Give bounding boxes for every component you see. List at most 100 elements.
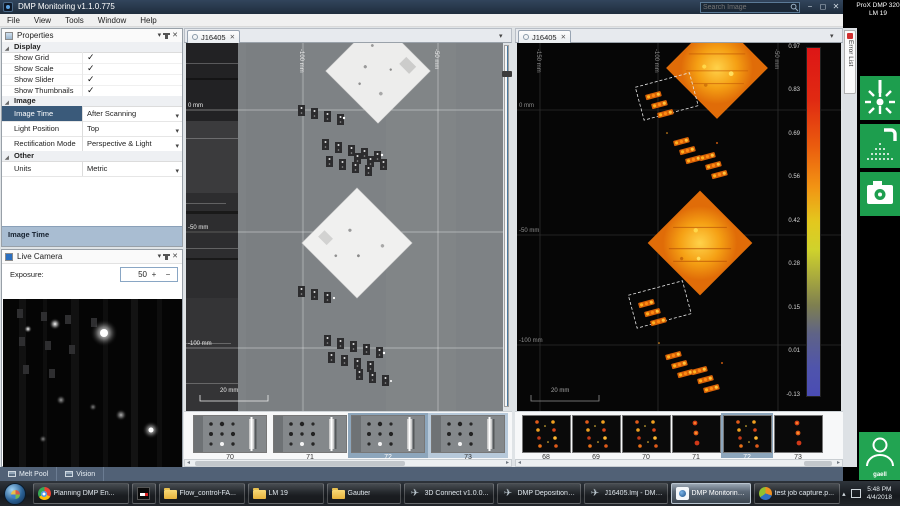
right-tab[interactable]: J16405 ✕ — [518, 30, 572, 43]
center-tab[interactable]: J16405 ✕ — [187, 30, 241, 43]
system-tray: ▴ 5:48 PM 4/4/2018 — [842, 486, 900, 502]
thumbnail-72-selected[interactable]: 72 — [348, 413, 428, 461]
right-tabstrip: J16405 ✕ ▾ — [515, 28, 843, 43]
taskbar-item-test-job[interactable]: test job capture.p... — [753, 483, 840, 504]
user-button[interactable]: gaell — [859, 432, 900, 480]
thumbnail-70[interactable]: 70 — [192, 413, 268, 461]
dropdown-light-position[interactable]: Top ▾ — [82, 121, 182, 136]
minimize-button[interactable]: − — [804, 1, 816, 12]
taskbar-clock[interactable]: 5:48 PM 4/4/2018 — [867, 486, 892, 502]
menu-file[interactable]: File — [0, 16, 27, 25]
scroll-left-icon[interactable]: ◂ — [187, 460, 190, 467]
app-icon — [3, 2, 13, 12]
scroll-right-icon[interactable]: ▸ — [506, 460, 509, 467]
close-button[interactable]: ✕ — [830, 1, 842, 12]
scroll-left-icon[interactable]: ◂ — [518, 460, 521, 467]
error-icon — [847, 33, 853, 39]
layer-slider-handle[interactable] — [501, 71, 512, 77]
taskbar-item-flow-control[interactable]: Flow_control-FA... — [158, 483, 245, 504]
restore-button[interactable]: ◻ — [817, 1, 829, 12]
properties-header: Properties ▾ ✕ — [2, 29, 182, 43]
error-list-tab[interactable]: Error List — [844, 30, 856, 94]
heatmap-image-view[interactable]: 0 mm -50 mm -100 mm -150 mm -100 mm -50 … — [517, 43, 841, 411]
app-3d-icon: ✈ — [410, 488, 420, 499]
tray-display-icon[interactable] — [850, 489, 861, 498]
thumbnail-71[interactable]: 71 — [671, 413, 721, 461]
menu-help[interactable]: Help — [133, 16, 163, 25]
exposure-increase-button[interactable]: + — [147, 270, 161, 279]
right-scroll-thumb[interactable] — [804, 461, 832, 466]
panel-menu-icon[interactable]: ▾ — [158, 252, 162, 261]
taskbar-item-j16405-lmj[interactable]: ✈ J16405.lmj - DMP ... — [583, 483, 668, 504]
strip-pin-icon[interactable]: ▾ — [499, 32, 503, 40]
exposure-decrease-button[interactable]: − — [161, 270, 175, 279]
panel-menu-icon[interactable]: ▾ — [158, 31, 162, 40]
center-thumbnail-strip: 70 71 72 73 — [184, 411, 512, 461]
dmp-monitoring-icon — [675, 487, 689, 500]
thumbnail-73[interactable]: 73 — [428, 413, 508, 461]
pin-icon[interactable] — [163, 32, 171, 39]
start-button[interactable] — [4, 482, 26, 505]
laser-button[interactable] — [860, 76, 900, 120]
dropdown-units[interactable]: Metric ▾ — [82, 161, 182, 176]
close-icon[interactable]: ✕ — [172, 31, 178, 40]
dock-tab-vision[interactable]: Vision — [57, 467, 105, 481]
menu-view[interactable]: View — [27, 16, 58, 25]
recoater-button[interactable] — [860, 124, 900, 168]
search-icon — [790, 3, 799, 11]
exposure-value[interactable]: 50 — [121, 270, 147, 279]
thumbnail-68[interactable]: 68 — [521, 413, 571, 461]
tab-close-icon[interactable]: ✕ — [230, 33, 235, 41]
row-light-position: Light Position Top ▾ — [2, 121, 182, 137]
thumbnail-73[interactable]: 73 — [773, 413, 823, 461]
checkbox-show-slider[interactable]: ✓ — [87, 74, 95, 85]
svg-text:-100 mm: -100 mm — [298, 49, 304, 73]
machine-sidebar: Error List ProX DMP 320 LM 19 gaell — [843, 0, 900, 481]
dropdown-image-time[interactable]: After Scanning ▾ — [82, 106, 182, 121]
camera-icon — [867, 181, 893, 204]
dropdown-rectification-mode[interactable]: Perspective & Light ▾ — [82, 136, 182, 151]
taskbar-item-dmp-logo[interactable] — [131, 483, 156, 504]
strip-pin-icon[interactable]: ▾ — [830, 32, 834, 40]
menu-window[interactable]: Window — [91, 16, 133, 25]
center-scroll-thumb[interactable] — [195, 461, 405, 466]
scan-image: 0 mm -50 mm -100 mm -100 mm -50 mm 20 mm — [186, 43, 503, 411]
checkbox-show-thumbnails[interactable]: ✓ — [87, 85, 95, 96]
app-3d-icon: ✈ — [590, 488, 600, 499]
folder-icon — [163, 488, 177, 499]
user-name: gaell — [873, 472, 887, 478]
thumbnail-71[interactable]: 71 — [272, 413, 348, 461]
taskbar-item-dmp-monitoring-active[interactable]: DMP Monitoring ... — [670, 483, 751, 504]
checkbox-show-scale[interactable]: ✓ — [87, 63, 95, 74]
taskbar-item-dmp-deposition[interactable]: ✈ DMP Deposition -... — [496, 483, 581, 504]
thumbnail-70[interactable]: 70 — [621, 413, 671, 461]
right-scrollbar[interactable]: ◂ ▸ — [515, 459, 843, 467]
search-box[interactable] — [700, 1, 800, 13]
camera-button[interactable] — [860, 172, 900, 216]
pin-icon[interactable] — [163, 253, 171, 260]
taskbar-item-gautier[interactable]: Gautier — [326, 483, 401, 504]
thumbnail-69[interactable]: 69 — [571, 413, 621, 461]
thumbnail-72-selected[interactable]: 72 — [721, 413, 773, 461]
taskbar-item-lm19[interactable]: LM 19 — [247, 483, 324, 504]
dock-tab-melt-pool[interactable]: Melt Pool — [0, 467, 58, 481]
right-tab-label: J16405 — [532, 32, 557, 42]
search-input[interactable] — [701, 3, 790, 11]
live-camera-image[interactable] — [3, 299, 182, 467]
svg-text:-50 mm: -50 mm — [519, 228, 539, 234]
tab-close-icon[interactable]: ✕ — [561, 33, 566, 41]
scroll-right-icon[interactable]: ▸ — [837, 460, 840, 467]
right-thumbnail-strip: 68 69 70 71 72 73 — [515, 411, 843, 461]
center-scrollbar[interactable]: ◂ ▸ — [184, 459, 512, 467]
tab-status-icon — [523, 34, 529, 40]
layer-slider-track[interactable] — [504, 45, 509, 407]
taskbar-item-3d-connect[interactable]: ✈ 3D Connect v1.0.0... — [403, 483, 494, 504]
close-icon[interactable]: ✕ — [172, 252, 178, 261]
menu-tools[interactable]: Tools — [58, 16, 91, 25]
tray-expand-icon[interactable]: ▴ — [842, 490, 846, 498]
panel-window-icon — [65, 471, 74, 477]
taskbar-item-planning[interactable]: Planning DMP En... — [32, 483, 129, 504]
checkbox-show-grid[interactable]: ✓ — [87, 52, 95, 63]
row-image-time: Image Time After Scanning ▾ — [2, 106, 182, 122]
scan-image-view[interactable]: 0 mm -50 mm -100 mm -100 mm -50 mm 20 mm — [186, 43, 503, 411]
